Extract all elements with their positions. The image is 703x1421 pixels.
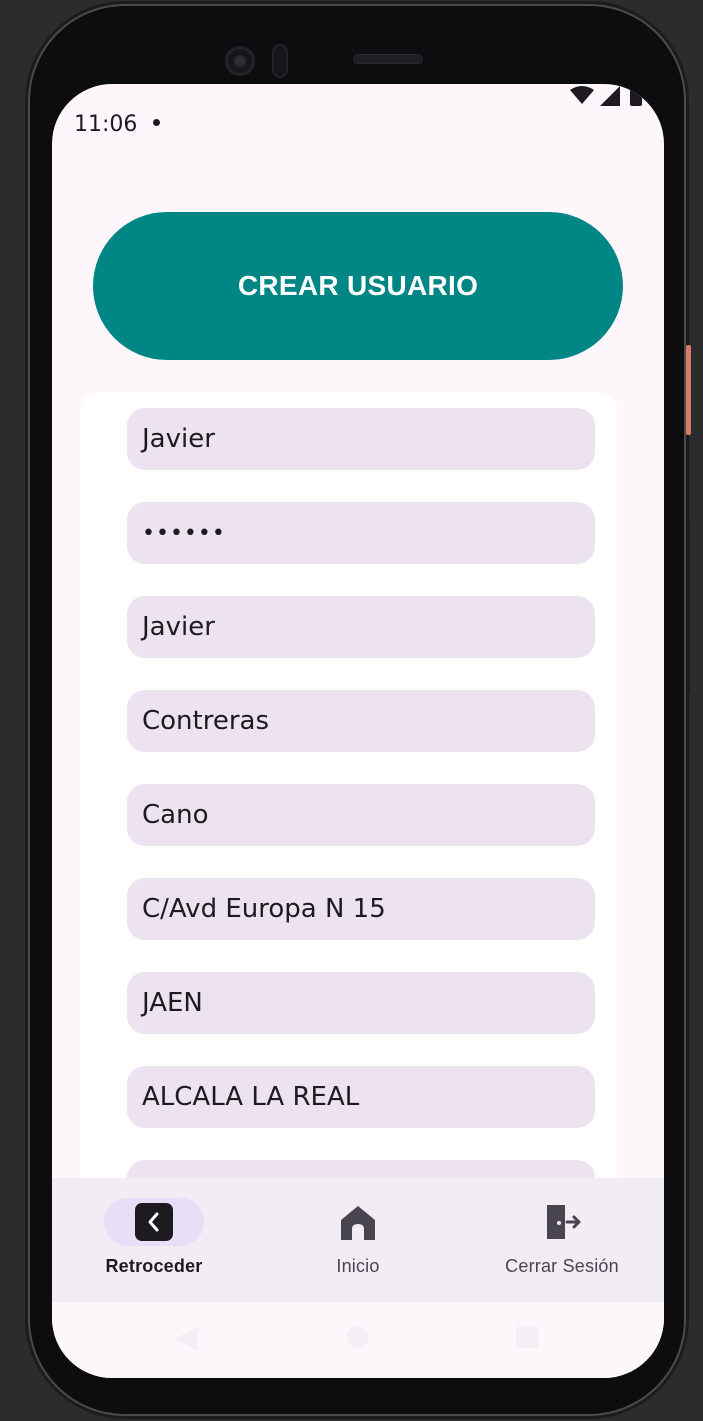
- status-time: 11:06: [74, 112, 138, 137]
- app-screen: 11:06 CREAR USUARIO Javier •••••• Javier…: [52, 84, 664, 1378]
- proximity-sensor: [272, 44, 288, 78]
- wifi-icon: [570, 86, 594, 104]
- back-icon: [135, 1203, 173, 1241]
- nav-label-home: Inicio: [336, 1256, 380, 1276]
- battery-icon: [630, 84, 642, 106]
- notification-dot-icon: [153, 119, 160, 126]
- nav-item-home[interactable]: Inicio: [256, 1178, 460, 1302]
- second-surname-field[interactable]: Cano: [127, 784, 595, 846]
- bottom-navigation: Retroceder Inicio Cerrar Sesión: [52, 1178, 664, 1302]
- create-user-button[interactable]: CREAR USUARIO: [93, 212, 623, 360]
- city-field[interactable]: ALCALA LA REAL: [127, 1066, 595, 1128]
- username-field[interactable]: Javier: [127, 408, 595, 470]
- nav-item-logout[interactable]: Cerrar Sesión: [460, 1178, 664, 1302]
- front-camera: [225, 46, 255, 76]
- nav-active-indicator: [104, 1198, 204, 1246]
- address-field[interactable]: C/Avd Europa N 15: [127, 878, 595, 940]
- nav-label-back: Retroceder: [105, 1256, 203, 1276]
- status-bar: 11:06: [52, 84, 664, 164]
- earpiece-speaker: [353, 54, 423, 64]
- nav-icon-container: [308, 1198, 408, 1246]
- signal-icon: [600, 86, 620, 106]
- province-field[interactable]: JAEN: [127, 972, 595, 1034]
- first-name-field[interactable]: Javier: [127, 596, 595, 658]
- power-button: [686, 345, 691, 435]
- volume-button: [686, 520, 690, 695]
- system-back-icon[interactable]: [174, 1327, 198, 1351]
- user-form: Javier •••••• Javier Contreras Cano C/Av…: [80, 392, 617, 1192]
- system-home-icon[interactable]: [347, 1326, 369, 1348]
- nav-icon-container: [512, 1198, 612, 1246]
- system-navigation-bar: [52, 1302, 664, 1378]
- system-recents-icon[interactable]: [516, 1326, 538, 1348]
- nav-item-back[interactable]: Retroceder: [52, 1178, 256, 1302]
- password-field[interactable]: ••••••: [127, 502, 595, 564]
- logout-icon: [547, 1205, 581, 1239]
- nav-label-logout: Cerrar Sesión: [505, 1256, 619, 1276]
- first-surname-field[interactable]: Contreras: [127, 690, 595, 752]
- home-icon: [341, 1206, 375, 1240]
